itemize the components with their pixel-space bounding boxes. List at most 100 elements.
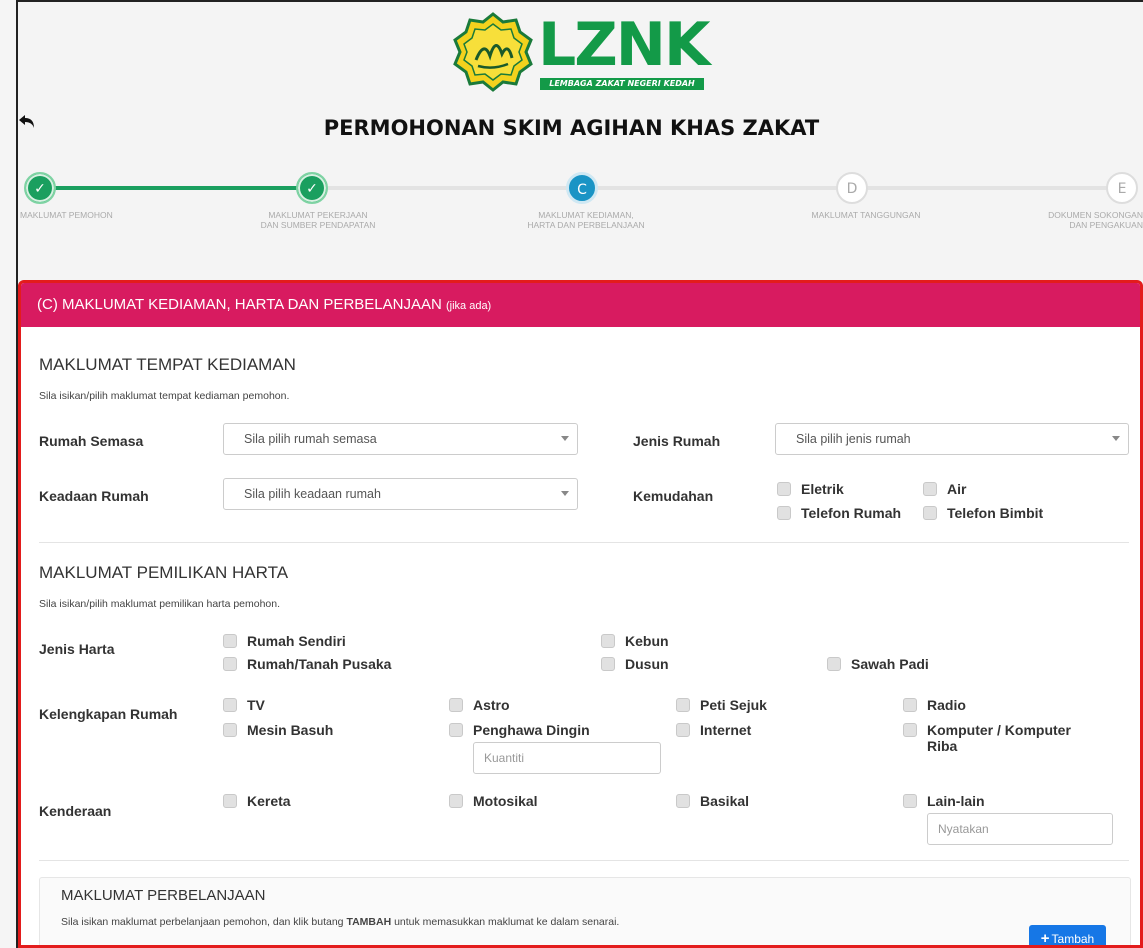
expenses-section-desc: Sila isikan maklumat perbelanjaan pemoho… [61, 916, 620, 928]
step-1-circle[interactable]: ✓ [24, 172, 56, 204]
checkbox-peti-sejuk[interactable]: Peti Sejuk [676, 697, 767, 713]
checkbox-box[interactable] [449, 698, 463, 712]
chevron-down-icon [1112, 436, 1120, 441]
checkbox-box[interactable] [601, 657, 615, 671]
checkbox-motosikal[interactable]: Motosikal [449, 793, 538, 809]
checkbox-box[interactable] [777, 506, 791, 520]
checkbox-box[interactable] [923, 506, 937, 520]
kelengkapan-rumah-label: Kelengkapan Rumah [39, 706, 178, 722]
step-5-circle[interactable]: E [1106, 172, 1138, 204]
checkbox-basikal[interactable]: Basikal [676, 793, 749, 809]
logo-brand-text: LZNK [538, 10, 710, 80]
checkbox-label: Rumah/Tanah Pusaka [247, 656, 392, 672]
checkbox-label: Air [947, 481, 967, 497]
checkbox-tv[interactable]: TV [223, 697, 265, 713]
checkbox-sawah-padi[interactable]: Sawah Padi [827, 656, 929, 672]
checkbox-box[interactable] [223, 634, 237, 648]
step-2-label: MAKLUMAT PEKERJAAN DAN SUMBER PENDAPATAN [260, 210, 376, 230]
keadaan-rumah-placeholder: Sila pilih keadaan rumah [244, 487, 381, 501]
checkbox-box[interactable] [449, 723, 463, 737]
checkbox-label: Sawah Padi [851, 656, 929, 672]
checkbox-label: Komputer / Komputer Riba [927, 722, 1071, 754]
checkbox-label: Peti Sejuk [700, 697, 767, 713]
checkbox-eletrik[interactable]: Eletrik [777, 481, 844, 497]
checkbox-internet[interactable]: Internet [676, 722, 751, 738]
zakat-emblem-icon [453, 12, 533, 92]
section-divider [39, 860, 1129, 861]
checkbox-kereta[interactable]: Kereta [223, 793, 291, 809]
logo-subtitle: LEMBAGA ZAKAT NEGERI KEDAH [540, 78, 704, 90]
card-header-title: (C) MAKLUMAT KEDIAMAN, HARTA DAN PERBELA… [37, 296, 442, 313]
checkbox-label: Rumah Sendiri [247, 633, 346, 649]
rumah-semasa-select[interactable]: Sila pilih rumah semasa [223, 423, 578, 455]
checkbox-box[interactable] [449, 794, 463, 808]
nyatakan-input[interactable]: Nyatakan [927, 813, 1113, 845]
tambah-button-label: Tambah [1051, 932, 1095, 946]
kuantiti-input[interactable]: Kuantiti [473, 742, 661, 774]
checkbox-komputer[interactable]: Komputer / Komputer Riba [903, 722, 1071, 754]
kemudahan-label: Kemudahan [633, 488, 714, 504]
step-3-circle[interactable]: C [566, 172, 598, 204]
checkbox-label: Kereta [247, 793, 291, 809]
step-3-label: MAKLUMAT KEDIAMAN, HARTA DAN PERBELANJAAN [527, 210, 645, 230]
checkbox-telefon-bimbit[interactable]: Telefon Bimbit [923, 505, 1043, 521]
checkbox-rumah-sendiri[interactable]: Rumah Sendiri [223, 633, 346, 649]
jenis-rumah-select[interactable]: Sila pilih jenis rumah [775, 423, 1129, 455]
checkbox-box[interactable] [676, 794, 690, 808]
checkbox-kebun[interactable]: Kebun [601, 633, 669, 649]
checkbox-box[interactable] [903, 723, 917, 737]
checkbox-box[interactable] [676, 723, 690, 737]
checkbox-label: Basikal [700, 793, 750, 809]
checkbox-air[interactable]: Air [923, 481, 966, 497]
lznk-logo: LZNK LEMBAGA ZAKAT NEGERI KEDAH [450, 10, 710, 92]
step-2-circle[interactable]: ✓ [296, 172, 328, 204]
checkbox-box[interactable] [223, 698, 237, 712]
checkbox-label: Lain-lain [927, 793, 985, 809]
checkbox-box[interactable] [923, 482, 937, 496]
step-5-label: DOKUMEN SOKONGAN DAN PENGAKUAN [1048, 210, 1143, 230]
residence-section-title: MAKLUMAT TEMPAT KEDIAMAN [39, 355, 296, 374]
checkbox-box[interactable] [223, 723, 237, 737]
checkbox-box[interactable] [903, 794, 917, 808]
checkbox-label: Penghawa Dingin [473, 722, 590, 738]
checkbox-box[interactable] [223, 657, 237, 671]
checkbox-radio[interactable]: Radio [903, 697, 966, 713]
progress-stepper: ✓ ✓ C D E MAKLUMAT PEMOHON MAKLUMAT PEKE… [0, 160, 1143, 240]
kenderaan-label: Kenderaan [39, 803, 112, 819]
assets-section-desc: Sila isikan/pilih maklumat pemilikan har… [39, 598, 281, 610]
checkbox-label: Radio [927, 697, 966, 713]
checkbox-telefon-rumah[interactable]: Telefon Rumah [777, 505, 901, 521]
step-4-circle[interactable]: D [836, 172, 868, 204]
expenses-section-title: MAKLUMAT PERBELANJAAN [61, 887, 266, 904]
checkbox-box[interactable] [777, 482, 791, 496]
checkbox-box[interactable] [223, 794, 237, 808]
jenis-rumah-placeholder: Sila pilih jenis rumah [796, 432, 911, 446]
checkbox-dusun[interactable]: Dusun [601, 656, 669, 672]
checkbox-box[interactable] [601, 634, 615, 648]
page-title: PERMOHONAN SKIM AGIHAN KHAS ZAKAT [323, 116, 820, 140]
plus-icon: + [1040, 930, 1050, 947]
checkbox-label: Eletrik [801, 481, 844, 497]
checkbox-box[interactable] [676, 698, 690, 712]
assets-section-title: MAKLUMAT PEMILIKAN HARTA [39, 563, 289, 582]
jenis-harta-label: Jenis Harta [39, 641, 115, 657]
checkbox-label: Motosikal [473, 793, 538, 809]
checkbox-rumah-tanah-pusaka[interactable]: Rumah/Tanah Pusaka [223, 656, 391, 672]
card-header: (C) MAKLUMAT KEDIAMAN, HARTA DAN PERBELA… [21, 283, 1140, 327]
step-connector-1 [40, 186, 312, 190]
checkbox-penghawa-dingin[interactable]: Penghawa Dingin [449, 722, 590, 738]
checkbox-label: Mesin Basuh [247, 722, 334, 738]
checkbox-mesin-basuh[interactable]: Mesin Basuh [223, 722, 333, 738]
jenis-rumah-label: Jenis Rumah [633, 433, 721, 449]
checkbox-astro[interactable]: Astro [449, 697, 510, 713]
checkbox-box[interactable] [827, 657, 841, 671]
checkbox-label: TV [247, 697, 265, 713]
tambah-button[interactable]: + Tambah [1029, 925, 1106, 947]
chevron-down-icon [561, 491, 569, 496]
rumah-semasa-placeholder: Sila pilih rumah semasa [244, 432, 377, 446]
checkbox-lain-lain[interactable]: Lain-lain [903, 793, 985, 809]
checkbox-label: Dusun [625, 656, 669, 672]
step-1-label: MAKLUMAT PEMOHON [20, 210, 113, 220]
checkbox-box[interactable] [903, 698, 917, 712]
keadaan-rumah-select[interactable]: Sila pilih keadaan rumah [223, 478, 578, 510]
